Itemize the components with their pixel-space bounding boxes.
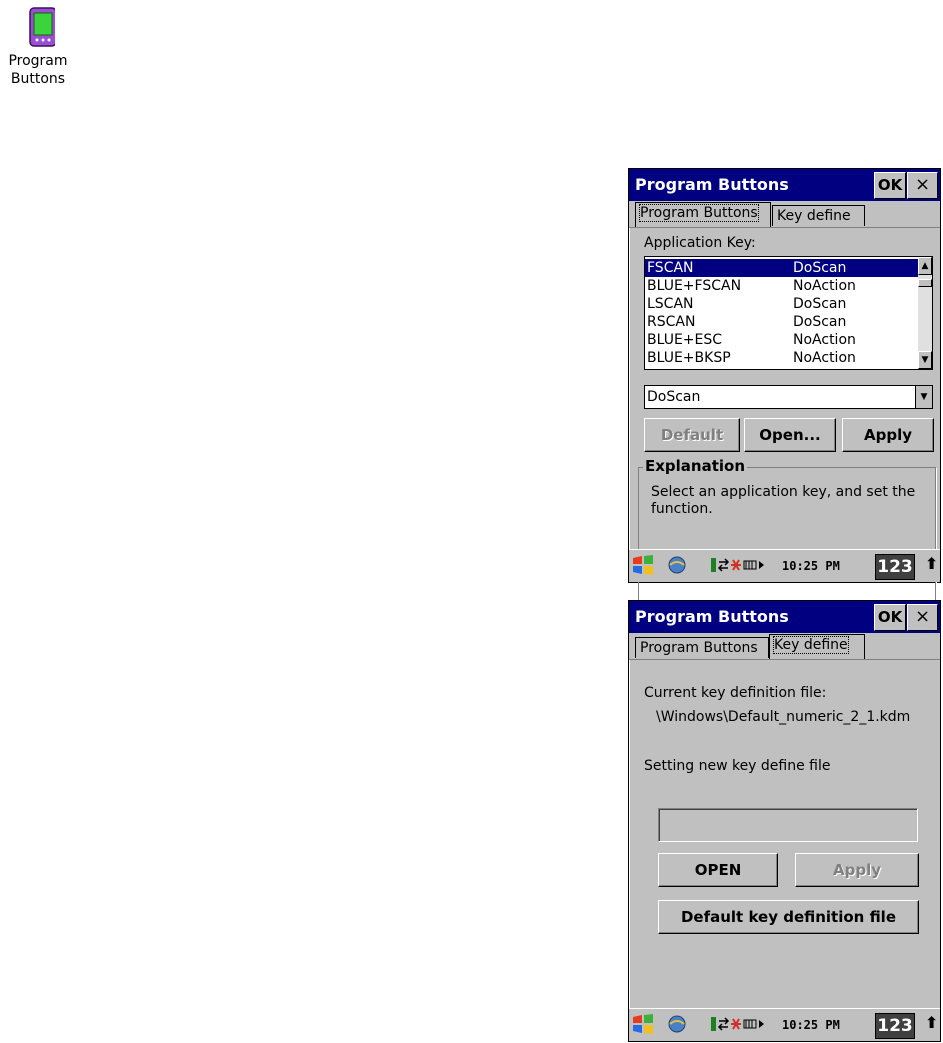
application-key-list[interactable]: FSCAN DoScan BLUE+FSCAN NoAction LSCAN D…	[644, 256, 933, 370]
list-item-key: RSCAN	[647, 314, 696, 330]
tab-key-define[interactable]: Key define	[769, 634, 865, 660]
ok-button[interactable]: OK	[874, 172, 906, 199]
tab-label: Key define	[773, 636, 849, 654]
close-button[interactable]: ×	[907, 604, 938, 631]
list-item[interactable]: FSCAN DoScan	[645, 259, 919, 277]
program-buttons-window-key-define: Program Buttons OK × Program Buttons Key…	[628, 600, 941, 1042]
list-item-action: DoScan	[793, 314, 847, 330]
current-file-path: \Windows\Default_numeric_2_1.kdm	[656, 709, 911, 725]
list-item[interactable]: RSCAN DoScan	[645, 313, 919, 331]
desktop-icon-label-line2: Buttons	[10, 71, 66, 87]
list-item-key: BLUE+BKSP	[647, 350, 731, 366]
desktop-icon-program-buttons[interactable]: Program Buttons	[2, 4, 74, 88]
tab-label: Program Buttons	[640, 640, 758, 656]
close-button[interactable]: ×	[907, 172, 938, 199]
window-title: Program Buttons	[635, 607, 789, 626]
up-arrow-icon[interactable]: ⬆	[925, 554, 938, 573]
application-key-label: Application Key:	[644, 235, 756, 251]
tab-panel-key-define: Current key definition file: \Windows\De…	[629, 660, 940, 1041]
taskbar: 10:25 PM 123 ⬆	[629, 1008, 940, 1041]
tab-label: Key define	[777, 208, 851, 224]
scroll-up-icon[interactable]: ▲	[918, 257, 932, 275]
title-bar: Program Buttons OK ×	[629, 169, 940, 201]
scroll-down-icon[interactable]: ▼	[918, 351, 932, 369]
sync-globe-icon[interactable]	[667, 555, 687, 578]
clock[interactable]: 10:25 PM	[782, 1018, 840, 1032]
current-file-label: Current key definition file:	[644, 685, 827, 701]
explanation-title: Explanation	[643, 457, 748, 475]
window-title: Program Buttons	[635, 175, 789, 194]
sync-globe-icon[interactable]	[667, 1014, 687, 1037]
input-panel-button[interactable]: 123	[875, 554, 915, 580]
start-windows-icon[interactable]	[631, 1013, 655, 1038]
list-item-action: DoScan	[793, 296, 847, 312]
action-dropdown[interactable]: DoScan ▼	[644, 385, 933, 409]
title-bar: Program Buttons OK ×	[629, 601, 940, 633]
list-item[interactable]: BLUE+ESC NoAction	[645, 331, 919, 349]
tab-program-buttons[interactable]: Program Buttons	[635, 637, 769, 658]
list-item-key: BLUE+FSCAN	[647, 278, 742, 294]
list-item-key: BLUE+ESC	[647, 332, 723, 348]
list-scrollbar[interactable]: ▲ ▼	[918, 257, 932, 369]
open-button[interactable]: OPEN	[658, 853, 778, 887]
list-item[interactable]: LSCAN DoScan	[645, 295, 919, 313]
connectivity-icon[interactable]	[711, 556, 775, 577]
list-item-action: NoAction	[793, 350, 856, 366]
open-button[interactable]: Open...	[744, 418, 836, 452]
new-file-field[interactable]	[658, 808, 918, 842]
start-windows-icon[interactable]	[631, 554, 655, 579]
connectivity-icon[interactable]	[711, 1015, 775, 1036]
tab-panel-program-buttons: Application Key: FSCAN DoScan BLUE+FSCAN…	[629, 228, 940, 627]
tab-strip: Program Buttons Key define	[629, 634, 940, 660]
action-dropdown-value: DoScan	[647, 389, 701, 405]
apply-button[interactable]: Apply	[795, 853, 919, 887]
up-arrow-icon[interactable]: ⬆	[925, 1013, 938, 1032]
default-key-definition-button[interactable]: Default key definition file	[658, 900, 919, 934]
pda-icon	[21, 4, 57, 52]
list-item[interactable]: BLUE+BKSP NoAction	[645, 349, 919, 367]
tab-label: Program Buttons	[639, 204, 759, 222]
list-item-action: DoScan	[793, 260, 847, 276]
list-item-key: FSCAN	[647, 260, 694, 276]
input-panel-button[interactable]: 123	[875, 1013, 915, 1039]
chevron-down-icon[interactable]: ▼	[915, 386, 932, 408]
tab-program-buttons[interactable]: Program Buttons	[635, 202, 771, 228]
explanation-text: Select an application key, and set the f…	[651, 484, 916, 517]
scroll-thumb[interactable]	[918, 279, 932, 287]
tab-key-define[interactable]: Key define	[772, 205, 865, 226]
tab-strip: Program Buttons Key define	[629, 202, 940, 228]
list-item[interactable]: BLUE+FSCAN NoAction	[645, 277, 919, 295]
list-item-action: NoAction	[793, 278, 856, 294]
desktop-icon-label-line1: Program	[8, 53, 68, 69]
new-file-label: Setting new key define file	[644, 758, 831, 774]
taskbar: 10:25 PM 123 ⬆	[629, 549, 940, 582]
apply-button[interactable]: Apply	[842, 418, 934, 452]
ok-button[interactable]: OK	[874, 604, 906, 631]
list-item-key: LSCAN	[647, 296, 694, 312]
clock[interactable]: 10:25 PM	[782, 559, 840, 573]
program-buttons-window: Program Buttons OK × Program Buttons Key…	[628, 168, 941, 627]
default-button[interactable]: Default	[644, 418, 740, 452]
list-item-action: NoAction	[793, 332, 856, 348]
